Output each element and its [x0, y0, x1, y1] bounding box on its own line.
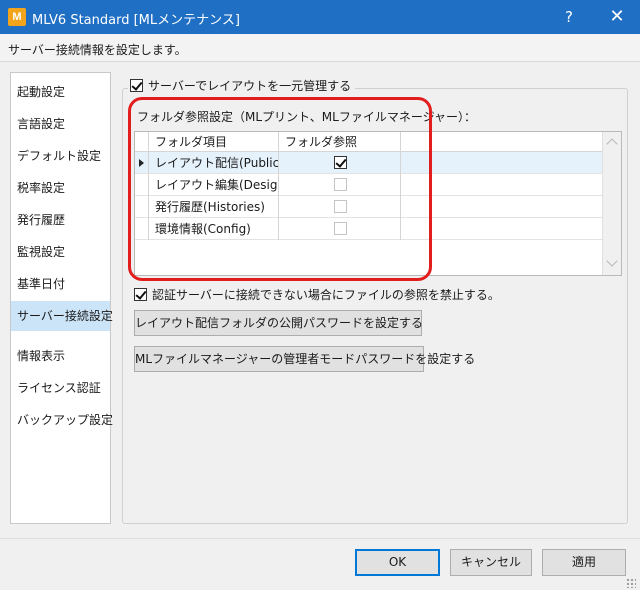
- folder-ref-cell[interactable]: [279, 152, 401, 174]
- sidebar-item-info[interactable]: 情報表示: [11, 341, 110, 371]
- folder-item-name[interactable]: 環境情報(Config): [149, 218, 279, 240]
- sidebar-item-base-date[interactable]: 基準日付: [11, 269, 110, 299]
- sidebar-item-tax[interactable]: 税率設定: [11, 173, 110, 203]
- folder-ref-checkbox[interactable]: [334, 200, 347, 213]
- column-header-folder-item[interactable]: フォルダ項目: [149, 132, 279, 152]
- sidebar-item-default[interactable]: デフォルト設定: [11, 141, 110, 171]
- server-manage-label: サーバーでレイアウトを一元管理する: [148, 79, 352, 93]
- folder-ref-checkbox[interactable]: [334, 222, 347, 235]
- description-text: サーバー接続情報を設定します。: [8, 43, 187, 57]
- prohibit-access-toggle[interactable]: 認証サーバーに接続できない場合にファイルの参照を禁止する。: [134, 286, 500, 303]
- folder-item-name[interactable]: レイアウト編集(Design): [149, 174, 279, 196]
- title-bar: M MLV6 Standard [MLメンテナンス] ? ✕: [0, 0, 640, 34]
- folder-ref-cell[interactable]: [279, 218, 401, 240]
- column-header-folder-ref[interactable]: フォルダ参照: [279, 132, 401, 152]
- folder-ref-section-label: フォルダ参照設定（MLプリント、MLファイルマネージャー）：: [137, 110, 477, 124]
- resize-grip-icon[interactable]: [626, 578, 636, 588]
- grid-header: フォルダ項目 フォルダ参照: [135, 132, 602, 152]
- row-header: [135, 218, 149, 240]
- set-manager-password-button[interactable]: MLファイルマネージャーの管理者モードパスワードを設定する: [134, 346, 475, 372]
- set-public-password-button[interactable]: レイアウト配信フォルダの公開パスワードを設定する: [134, 310, 423, 336]
- table-row[interactable]: レイアウト編集(Design): [135, 174, 602, 196]
- server-manage-toggle[interactable]: サーバーでレイアウトを一元管理する: [128, 77, 356, 94]
- sidebar-item-language[interactable]: 言語設定: [11, 109, 110, 139]
- sidebar-item-backup[interactable]: バックアップ設定: [11, 405, 113, 435]
- description-bar: サーバー接続情報を設定します。: [0, 34, 640, 62]
- folder-ref-grid: フォルダ項目 フォルダ参照 レイアウト配信(Public) レイアウト編集(De…: [134, 131, 622, 276]
- ok-button[interactable]: OK: [355, 549, 440, 576]
- window-title: MLV6 Standard [MLメンテナンス]: [32, 13, 240, 28]
- sidebar-item-server-connection[interactable]: サーバー接続設定: [11, 301, 113, 331]
- folder-item-name[interactable]: 発行履歴(Histories): [149, 196, 279, 218]
- sidebar-item-license[interactable]: ライセンス認証: [11, 373, 110, 403]
- sidebar-item-monitor[interactable]: 監視設定: [11, 237, 110, 267]
- row-header: [135, 152, 149, 174]
- folder-ref-checkbox[interactable]: [334, 156, 347, 169]
- row-header: [135, 196, 149, 218]
- prohibit-access-label: 認証サーバーに接続できない場合にファイルの参照を禁止する。: [152, 288, 500, 302]
- folder-ref-checkbox[interactable]: [334, 178, 347, 191]
- table-row[interactable]: 環境情報(Config): [135, 218, 602, 240]
- table-row[interactable]: レイアウト配信(Public): [135, 152, 602, 174]
- cancel-button[interactable]: キャンセル: [450, 549, 532, 576]
- grid-header-gutter: [135, 132, 149, 152]
- table-row[interactable]: 発行履歴(Histories): [135, 196, 602, 218]
- sidebar-item-startup[interactable]: 起動設定: [11, 77, 110, 107]
- row-header: [135, 174, 149, 196]
- help-button[interactable]: ?: [546, 0, 592, 34]
- current-row-arrow-icon: [139, 159, 144, 167]
- folder-item-name[interactable]: レイアウト配信(Public): [149, 152, 279, 174]
- close-button[interactable]: ✕: [594, 0, 640, 34]
- folder-ref-cell[interactable]: [279, 174, 401, 196]
- prohibit-access-checkbox[interactable]: [134, 288, 147, 301]
- settings-category-list: 起動設定 言語設定 デフォルト設定 税率設定 発行履歴 監視設定 基準日付 サー…: [10, 72, 113, 524]
- server-manage-checkbox[interactable]: [130, 79, 143, 92]
- app-icon: M: [8, 8, 26, 26]
- apply-button[interactable]: 適用: [542, 549, 626, 576]
- scroll-up-arrow-icon[interactable]: [606, 138, 618, 150]
- folder-ref-cell[interactable]: [279, 196, 401, 218]
- scroll-down-arrow-icon[interactable]: [606, 255, 618, 267]
- grid-vertical-scrollbar[interactable]: [602, 132, 621, 275]
- sidebar-item-history[interactable]: 発行履歴: [11, 205, 110, 235]
